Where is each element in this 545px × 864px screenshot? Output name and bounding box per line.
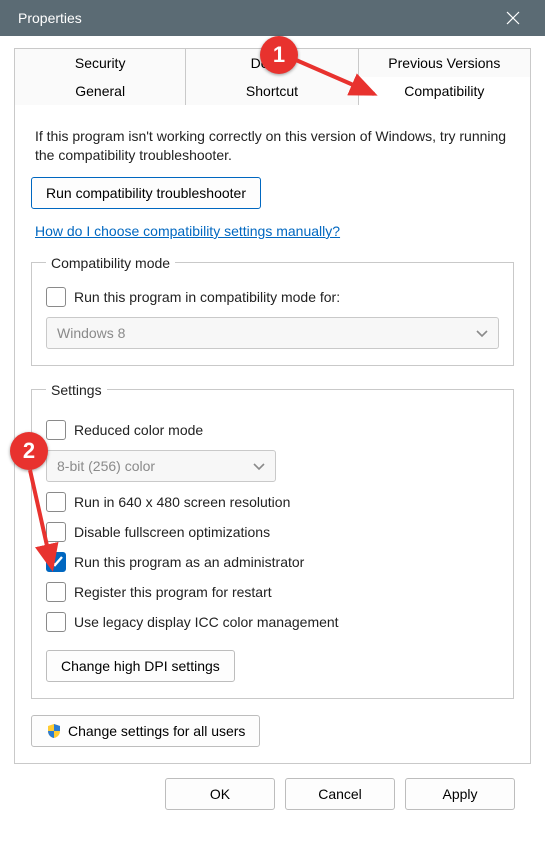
change-dpi-label: Change high DPI settings — [61, 658, 220, 674]
tab-security[interactable]: Security — [14, 48, 186, 77]
compat-mode-select-value: Windows 8 — [57, 325, 125, 341]
run-troubleshooter-button[interactable]: Run compatibility troubleshooter — [31, 177, 261, 209]
tab-compatibility[interactable]: Compatibility — [359, 77, 531, 105]
change-all-users-label: Change settings for all users — [68, 723, 245, 739]
tab-content: If this program isn't working correctly … — [14, 105, 531, 764]
tabs-row-2: General Shortcut Compatibility — [14, 77, 531, 105]
cancel-button[interactable]: Cancel — [285, 778, 395, 810]
close-button[interactable] — [493, 0, 533, 36]
register-restart-label: Register this program for restart — [74, 584, 272, 600]
tab-shortcut[interactable]: Shortcut — [186, 77, 358, 105]
reduced-color-label: Reduced color mode — [74, 422, 203, 438]
apply-label: Apply — [442, 786, 477, 802]
tab-general[interactable]: General — [14, 77, 186, 105]
disable-fullscreen-label: Disable fullscreen optimizations — [74, 524, 270, 540]
settings-group: Settings Reduced color mode 8-bit (256) … — [31, 382, 514, 699]
compat-mode-label: Run this program in compatibility mode f… — [74, 289, 340, 305]
disable-fullscreen-checkbox[interactable] — [46, 522, 66, 542]
tabs-row-1: Security Details Previous Versions — [14, 48, 531, 77]
chevron-down-icon — [253, 458, 265, 474]
settings-legend: Settings — [46, 382, 107, 398]
run-as-admin-checkbox[interactable] — [46, 552, 66, 572]
res-640-label: Run in 640 x 480 screen resolution — [74, 494, 290, 510]
tab-details[interactable]: Details — [186, 48, 358, 77]
shield-icon — [46, 723, 62, 739]
manual-settings-link[interactable]: How do I choose compatibility settings m… — [35, 223, 340, 239]
dialog-buttons: OK Cancel Apply — [14, 764, 531, 828]
titlebar: Properties — [0, 0, 545, 36]
legacy-icc-label: Use legacy display ICC color management — [74, 614, 339, 630]
ok-button[interactable]: OK — [165, 778, 275, 810]
run-troubleshooter-label: Run compatibility troubleshooter — [46, 185, 246, 201]
compat-mode-checkbox[interactable] — [46, 287, 66, 307]
intro-text: If this program isn't working correctly … — [35, 127, 510, 165]
change-all-users-button[interactable]: Change settings for all users — [31, 715, 260, 747]
apply-button[interactable]: Apply — [405, 778, 515, 810]
color-depth-select[interactable]: 8-bit (256) color — [46, 450, 276, 482]
legacy-icc-checkbox[interactable] — [46, 612, 66, 632]
color-depth-value: 8-bit (256) color — [57, 458, 155, 474]
compat-mode-legend: Compatibility mode — [46, 255, 175, 271]
ok-label: OK — [210, 786, 230, 802]
change-dpi-button[interactable]: Change high DPI settings — [46, 650, 235, 682]
register-restart-checkbox[interactable] — [46, 582, 66, 602]
compat-mode-select[interactable]: Windows 8 — [46, 317, 499, 349]
tab-previous-versions[interactable]: Previous Versions — [359, 48, 531, 77]
window-title: Properties — [18, 10, 82, 26]
cancel-label: Cancel — [318, 786, 362, 802]
reduced-color-checkbox[interactable] — [46, 420, 66, 440]
run-as-admin-label: Run this program as an administrator — [74, 554, 304, 570]
res-640-checkbox[interactable] — [46, 492, 66, 512]
compatibility-mode-group: Compatibility mode Run this program in c… — [31, 255, 514, 366]
chevron-down-icon — [476, 325, 488, 341]
